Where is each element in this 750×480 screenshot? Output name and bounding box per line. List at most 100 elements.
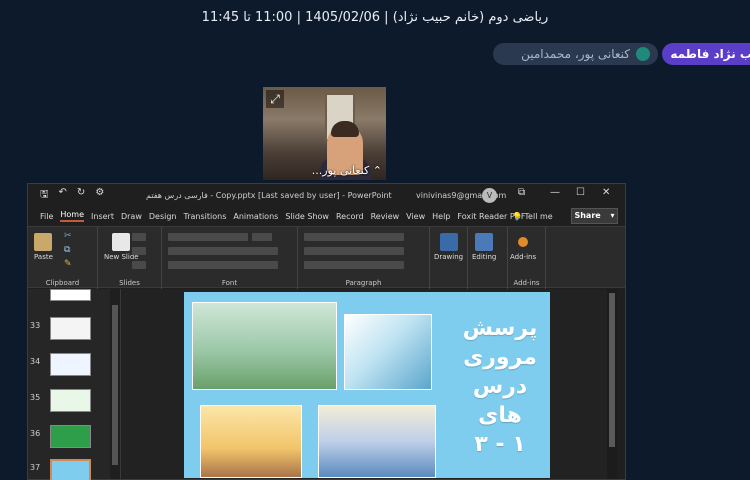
redo-icon[interactable]: ↻	[77, 187, 85, 204]
slide-thumbnails[interactable]: 33 34 35 36 37	[28, 289, 121, 480]
tab-home[interactable]: Home	[60, 210, 85, 222]
account-avatar[interactable]: V	[482, 188, 497, 203]
addins-icon	[518, 237, 529, 247]
slide-scrollbar-thumb[interactable]	[609, 293, 615, 447]
tab-insert[interactable]: Insert	[91, 212, 114, 221]
tab-design[interactable]: Design	[149, 212, 177, 221]
thumbnail-33[interactable]: 33	[28, 317, 121, 343]
maximize-icon[interactable]: ☐	[576, 187, 585, 198]
current-slide[interactable]: پرسش مروری درس های ۱ - ۳	[184, 292, 550, 478]
tab-review[interactable]: Review	[371, 212, 400, 221]
close-icon[interactable]: ✕	[602, 187, 610, 198]
drawing-button[interactable]: Drawing	[434, 233, 463, 261]
host-chip-label: ب نژاد فاطمه	[670, 47, 750, 61]
student-status-icon	[636, 47, 650, 61]
thumbnail-image	[50, 425, 91, 448]
tab-help[interactable]: Help	[432, 212, 450, 221]
slide-title-line: مروری	[463, 345, 537, 370]
ribbon-display-icon[interactable]: ⧉	[518, 187, 525, 198]
font-size-select[interactable]	[252, 233, 272, 241]
slides-group: New Slide Slides	[98, 227, 162, 289]
list-buttons[interactable]	[304, 233, 404, 241]
thumbnail-34[interactable]: 34	[28, 353, 121, 379]
section-icon[interactable]	[132, 261, 146, 269]
meeting-title: ریاضی دوم (خانم حبیب نژاد) | 1405/02/06 …	[201, 10, 549, 25]
webcam-tile[interactable]: ⤢ ⌃ کنعانی پور...	[263, 87, 386, 180]
clipboard-group: Paste ✂ ⧉ ✎ Clipboard	[28, 227, 98, 289]
slide-title-line: ۱ - ۳	[474, 432, 526, 457]
thumbnail-32[interactable]	[28, 289, 121, 303]
slide-scrollbar[interactable]	[607, 289, 617, 479]
slides-group-label: Slides	[119, 279, 140, 287]
addins-button[interactable]: Add-ins	[510, 233, 536, 261]
font-style-buttons[interactable]	[168, 247, 278, 255]
thumbnail-scrollbar-thumb[interactable]	[112, 305, 118, 465]
spacing-buttons[interactable]	[304, 261, 404, 269]
ribbon: Paste ✂ ⧉ ✎ Clipboard New Slide Slides F…	[28, 226, 625, 289]
tab-draw[interactable]: Draw	[121, 212, 142, 221]
thumbnail-scrollbar[interactable]	[110, 289, 120, 479]
tab-view[interactable]: View	[406, 212, 425, 221]
tab-animations[interactable]: Animations	[233, 212, 278, 221]
powerpoint-titlebar: 🖫 ↶ ↻ ⚙ فارسی درس هفتم - Copy.pptx [Last…	[28, 184, 625, 206]
thumbnail-image	[50, 459, 91, 480]
paste-label: Paste	[34, 253, 53, 261]
paragraph-group-label: Paragraph	[345, 279, 382, 287]
thumbnail-36[interactable]: 36	[28, 425, 121, 451]
thumbnail-35[interactable]: 35	[28, 389, 121, 415]
slide-title-line: درس های	[472, 374, 528, 428]
slide-canvas[interactable]: پرسش مروری درس های ۱ - ۳	[122, 289, 617, 479]
paste-button[interactable]: Paste	[34, 233, 53, 261]
tab-file[interactable]: File	[40, 212, 53, 221]
editing-button[interactable]: Editing	[472, 233, 496, 261]
powerpoint-window[interactable]: 🖫 ↶ ↻ ⚙ فارسی درس هفتم - Copy.pptx [Last…	[27, 183, 626, 480]
font-name-select[interactable]	[168, 233, 248, 241]
cut-icon[interactable]: ✂	[64, 231, 72, 241]
save-icon[interactable]: 🖫	[40, 187, 49, 204]
undo-icon[interactable]: ↶	[59, 187, 67, 204]
tab-record[interactable]: Record	[336, 212, 364, 221]
tell-me-label: Tell me	[524, 211, 553, 221]
align-buttons[interactable]	[304, 247, 404, 255]
slide-picture-family	[192, 302, 337, 390]
minimize-icon[interactable]: —	[550, 187, 560, 198]
copy-icon[interactable]: ⧉	[64, 245, 70, 255]
thumbnail-image	[50, 317, 91, 340]
expand-icon[interactable]: ⤢	[266, 90, 284, 108]
drawing-group: Drawing	[430, 227, 468, 289]
layout-icon[interactable]	[132, 233, 146, 241]
thumbnail-number: 36	[30, 429, 41, 438]
thumbnail-number: 34	[30, 357, 41, 366]
share-label: Share	[574, 211, 601, 220]
slide-picture-bear	[200, 405, 302, 478]
font-color-buttons[interactable]	[168, 261, 278, 269]
slide-title-text: پرسش مروری درس های ۱ - ۳	[450, 314, 550, 459]
tab-slide-show[interactable]: Slide Show	[285, 212, 329, 221]
host-chip[interactable]: ب نژاد فاطمه	[662, 43, 750, 65]
drawing-icon	[439, 233, 458, 251]
slide-title-line: پرسش	[462, 316, 538, 341]
addins-group-label: Add-ins	[513, 279, 540, 287]
customize-icon[interactable]: ⚙	[95, 187, 104, 204]
tell-me-search[interactable]: 💡 Tell me	[512, 212, 560, 221]
editing-icon	[475, 233, 494, 251]
drawing-label: Drawing	[434, 253, 464, 261]
thumbnail-number: 33	[30, 321, 41, 330]
slide-picture-classroom	[318, 405, 436, 478]
format-painter-icon[interactable]: ✎	[64, 259, 72, 269]
share-button[interactable]: Share ▾	[571, 208, 618, 224]
addins-label: Add-ins	[510, 253, 537, 261]
thumbnail-number: 37	[30, 463, 41, 472]
thumbnail-image	[50, 289, 91, 301]
student-chip[interactable]: کنعانی پور، محمدامین	[493, 43, 658, 65]
file-title: فارسی درس هفتم - Copy.pptx [Last saved b…	[146, 190, 392, 200]
editing-label: Editing	[472, 253, 497, 261]
thumbnail-number: 35	[30, 393, 41, 402]
thumbnail-37[interactable]: 37	[28, 459, 121, 480]
paste-icon	[34, 233, 53, 251]
font-group: Font	[162, 227, 298, 289]
paragraph-group: Paragraph	[298, 227, 430, 289]
clipboard-group-label: Clipboard	[45, 279, 80, 287]
tab-transitions[interactable]: Transitions	[184, 212, 227, 221]
reset-icon[interactable]	[132, 247, 146, 255]
